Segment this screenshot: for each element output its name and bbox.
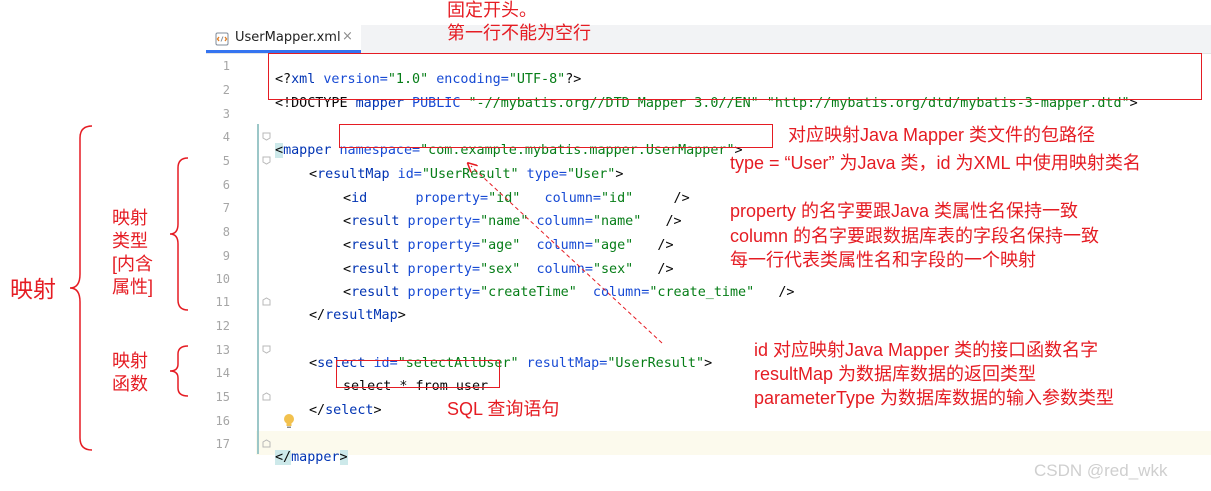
mapping-func-label: 映射 函数 bbox=[112, 350, 148, 396]
watermark: CSDN @red_wkk bbox=[1034, 461, 1168, 480]
mapping-type-label: 映射 类型 [内含 属性] bbox=[112, 207, 153, 299]
label-line: 类型 bbox=[112, 231, 148, 251]
mapping-label: 映射 bbox=[10, 276, 56, 302]
label-line: 映射 bbox=[112, 208, 148, 228]
label-line: 函数 bbox=[112, 374, 148, 394]
label-line: [内含 bbox=[112, 254, 154, 274]
label-line: 映射 bbox=[112, 351, 148, 371]
label-line: 属性] bbox=[112, 277, 154, 297]
brace-mapping bbox=[69, 125, 93, 451]
brace-mapping-type bbox=[169, 157, 189, 311]
brace-mapping-func bbox=[169, 345, 189, 397]
